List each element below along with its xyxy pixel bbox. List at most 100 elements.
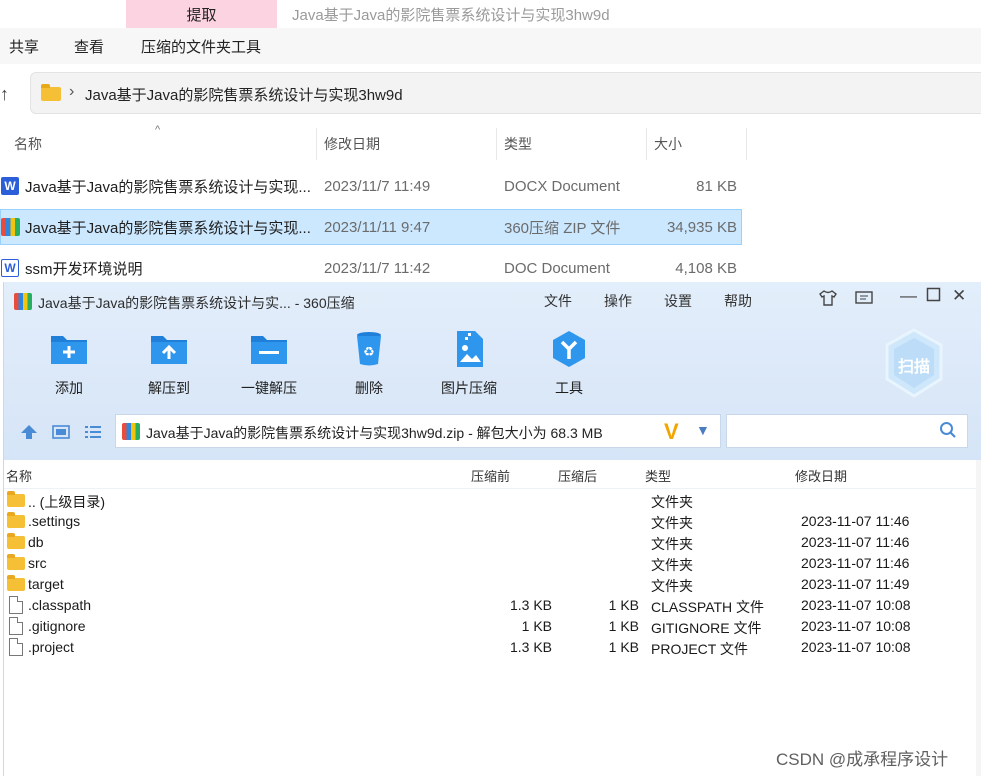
- chevron-right-icon[interactable]: ›: [69, 83, 74, 101]
- entry-name: .project: [28, 639, 74, 655]
- file-name: ssm开发环境说明: [25, 260, 143, 278]
- entry-name: src: [28, 555, 47, 571]
- menu-help[interactable]: 帮助: [724, 291, 752, 311]
- up-level-icon[interactable]: [20, 424, 38, 445]
- entry-date: 2023-11-07 11:46: [801, 513, 910, 529]
- column-divider[interactable]: [316, 128, 317, 160]
- file-row[interactable]: W ssm开发环境说明 2023/11/7 11:42 DOC Document…: [0, 250, 742, 286]
- window-title: Java基于Java的影院售票系统设计与实现3hw9d: [292, 7, 610, 24]
- menu-settings[interactable]: 设置: [664, 291, 692, 311]
- list-item[interactable]: src 文件夹 2023-11-07 11:46: [4, 553, 976, 574]
- search-icon[interactable]: [939, 421, 957, 444]
- toolbar-label: 工具: [555, 380, 583, 396]
- column-header-modified[interactable]: 修改日期: [795, 466, 847, 485]
- toolbar-delete-button[interactable]: ♻ 删除: [331, 330, 407, 400]
- entry-date: 2023-11-07 11:46: [801, 555, 910, 571]
- column-header-original-size[interactable]: 压缩前: [471, 466, 510, 485]
- file-icon: [9, 617, 23, 635]
- list-item[interactable]: .. (上级目录) 文件夹: [4, 490, 976, 511]
- entry-compressed-size: 1 KB: [608, 597, 639, 613]
- ribbon-tab-view[interactable]: 查看: [74, 36, 104, 57]
- column-header-compressed-size[interactable]: 压缩后: [558, 466, 597, 485]
- entry-name: db: [28, 534, 44, 550]
- entry-original-size: 1 KB: [521, 618, 552, 634]
- one-click-extract-icon: [249, 330, 289, 368]
- menu-file[interactable]: 文件: [544, 291, 572, 311]
- archive-search-input[interactable]: [726, 414, 968, 448]
- entry-type: 文件夹: [651, 578, 693, 594]
- entry-date: 2023-11-07 10:08: [801, 597, 911, 613]
- column-header-name[interactable]: 名称: [6, 466, 32, 485]
- word-icon: W: [1, 177, 19, 195]
- feedback-icon[interactable]: [854, 289, 874, 312]
- vertical-scrollbar[interactable]: [976, 460, 981, 776]
- minimize-icon[interactable]: —: [900, 286, 917, 306]
- column-divider[interactable]: [746, 128, 747, 160]
- address-bar[interactable]: › Java基于Java的影院售票系统设计与实现3hw9d: [30, 72, 981, 114]
- list-item[interactable]: target 文件夹 2023-11-07 11:49: [4, 574, 976, 595]
- column-header-type[interactable]: 类型: [504, 128, 532, 160]
- svg-text:♻: ♻: [363, 345, 375, 360]
- column-divider[interactable]: [496, 128, 497, 160]
- dropdown-arrow-icon[interactable]: ▼: [696, 422, 710, 438]
- list-item[interactable]: .settings 文件夹 2023-11-07 11:46: [4, 511, 976, 532]
- recycle-bin-icon: ♻: [349, 330, 389, 368]
- file-icon: [9, 638, 23, 656]
- skin-icon[interactable]: [818, 289, 838, 312]
- file-row-selected[interactable]: Java基于Java的影院售票系统设计与实现... 2023/11/11 9:4…: [0, 209, 742, 245]
- list-item[interactable]: .gitignore 1 KB 1 KB GITIGNORE 文件 2023-1…: [4, 616, 976, 637]
- maximize-icon[interactable]: [926, 287, 941, 307]
- toolbar-add-button[interactable]: 添加: [31, 330, 107, 400]
- archive-path: Java基于Java的影院售票系统设计与实现3hw9d.zip - 解包大小为 …: [146, 425, 603, 441]
- column-header-type[interactable]: 类型: [645, 466, 671, 485]
- toolbar-one-click-extract-button[interactable]: 一键解压: [231, 330, 307, 400]
- entry-date: 2023-11-07 10:08: [801, 618, 911, 634]
- entry-date: 2023-11-07 11:49: [801, 576, 910, 592]
- file-date: 2023/11/11 9:47: [324, 218, 431, 236]
- thumbnail-view-icon[interactable]: [52, 424, 70, 445]
- entry-name: target: [28, 576, 64, 592]
- archive-header: Java基于Java的影院售票系统设计与实... - 360压缩 文件 操作 设…: [4, 282, 981, 460]
- menu-operate[interactable]: 操作: [604, 291, 632, 311]
- toolbar-tools-button[interactable]: 工具: [531, 330, 607, 400]
- entry-name: .. (上级目录): [28, 494, 105, 510]
- column-header-date[interactable]: 修改日期: [324, 128, 380, 160]
- folder-icon: [7, 554, 25, 570]
- toolbar-image-compress-button[interactable]: 图片压缩: [431, 330, 507, 400]
- ribbon-tab-share[interactable]: 共享: [9, 36, 39, 57]
- file-date: 2023/11/7 11:49: [324, 177, 431, 195]
- entry-name: .gitignore: [28, 618, 86, 634]
- toolbar-label: 删除: [355, 380, 383, 396]
- entry-type: 文件夹: [651, 494, 693, 510]
- column-divider[interactable]: [646, 128, 647, 160]
- entry-date: 2023-11-07 10:08: [801, 639, 911, 655]
- up-arrow-icon[interactable]: ↑: [0, 84, 9, 105]
- close-icon[interactable]: ✕: [952, 286, 966, 306]
- zip-archive-icon: [14, 293, 32, 310]
- list-view-icon[interactable]: [84, 424, 102, 445]
- folder-icon: [41, 84, 61, 101]
- file-icon: [9, 596, 23, 614]
- archive-list-header: 名称 压缩前 压缩后 类型 修改日期: [4, 460, 976, 489]
- scan-button[interactable]: 扫描: [884, 328, 944, 398]
- list-item[interactable]: .classpath 1.3 KB 1 KB CLASSPATH 文件 2023…: [4, 595, 976, 616]
- ribbon-tab-compressed-tools[interactable]: 压缩的文件夹工具: [141, 36, 261, 57]
- list-item[interactable]: .project 1.3 KB 1 KB PROJECT 文件 2023-11-…: [4, 637, 976, 658]
- file-name: Java基于Java的影院售票系统设计与实现...: [25, 178, 311, 196]
- file-size: 81 KB: [696, 177, 737, 195]
- entry-original-size: 1.3 KB: [509, 597, 552, 613]
- entry-compressed-size: 1 KB: [608, 639, 639, 655]
- ribbon-tab-extract[interactable]: 提取: [126, 0, 277, 28]
- entry-name: .settings: [28, 513, 81, 529]
- entry-original-size: 1.3 KB: [509, 639, 552, 655]
- column-header-name[interactable]: 名称: [14, 128, 42, 160]
- archive-path-bar[interactable]: Java基于Java的影院售票系统设计与实现3hw9d.zip - 解包大小为 …: [115, 414, 721, 448]
- entry-compressed-size: 1 KB: [608, 618, 639, 634]
- file-name: Java基于Java的影院售票系统设计与实现...: [25, 219, 311, 237]
- file-row[interactable]: W Java基于Java的影院售票系统设计与实现... 2023/11/7 11…: [0, 168, 742, 204]
- verified-v-icon[interactable]: V: [664, 419, 679, 445]
- column-header-size[interactable]: 大小: [654, 128, 682, 160]
- list-item[interactable]: db 文件夹 2023-11-07 11:46: [4, 532, 976, 553]
- entry-type: 文件夹: [651, 557, 693, 573]
- toolbar-extract-to-button[interactable]: 解压到: [131, 330, 207, 400]
